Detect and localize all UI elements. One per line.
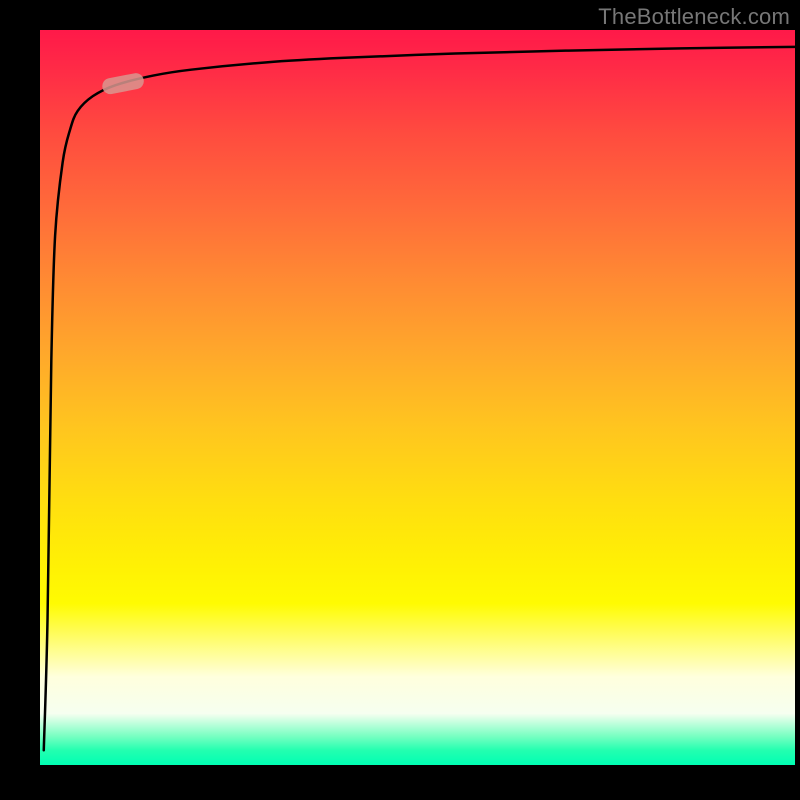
chart-frame: TheBottleneck.com — [0, 0, 800, 800]
watermark-label: TheBottleneck.com — [598, 4, 790, 30]
gradient-fill — [40, 30, 795, 765]
plot-area — [40, 30, 795, 765]
